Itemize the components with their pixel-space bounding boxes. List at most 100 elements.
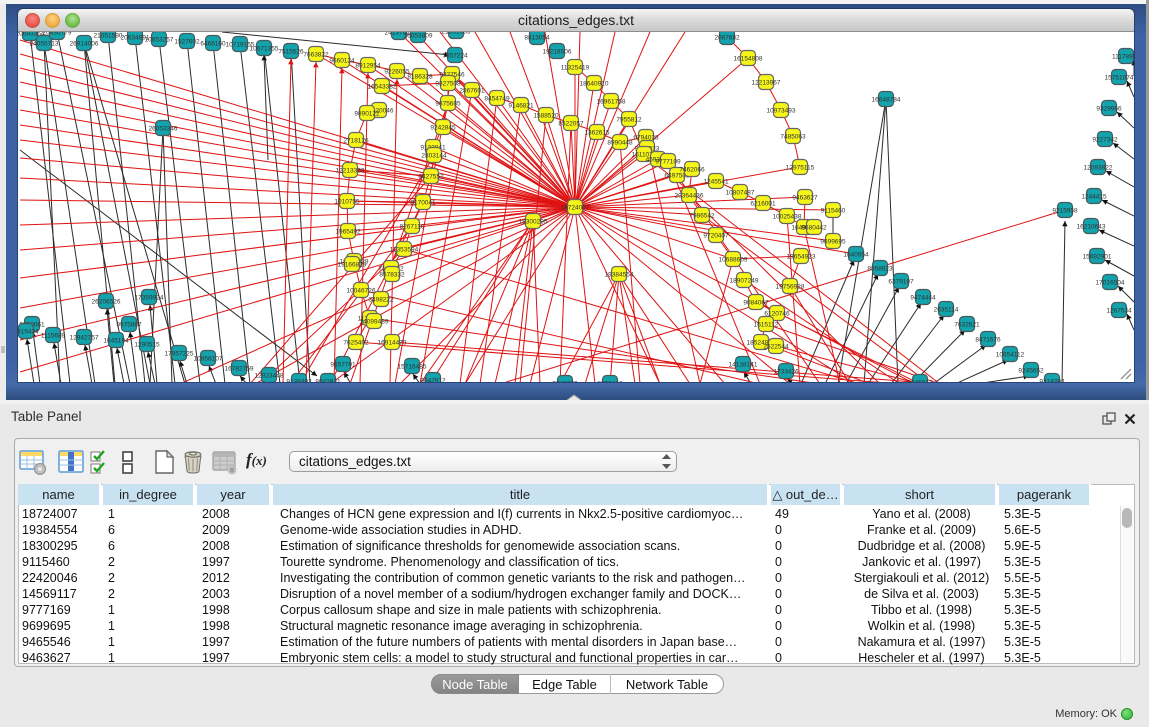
svg-text:17016504: 17016504 [1096,280,1125,287]
svg-text:7625402: 7625402 [343,340,369,347]
svg-text:15751074: 15751074 [1105,75,1134,82]
svg-text:6379197: 6379197 [888,279,914,286]
svg-text:12093822: 12093822 [1084,165,1113,172]
svg-text:21051590: 21051590 [94,33,123,40]
svg-text:9318294: 9318294 [1039,379,1065,383]
svg-text:6466160: 6466160 [200,41,226,48]
svg-text:18640910: 18640910 [580,81,609,88]
svg-text:18724007: 18724007 [561,205,590,212]
svg-text:10671355: 10671355 [250,46,279,53]
svg-text:9463627: 9463627 [792,195,818,202]
svg-text:9474444: 9474444 [910,295,936,302]
svg-text:11325419: 11325419 [561,65,590,72]
svg-text:10958107: 10958107 [194,356,223,363]
svg-text:9084067: 9084067 [743,300,769,307]
svg-text:18300295: 18300295 [519,219,548,226]
svg-text:9227342: 9227342 [1092,137,1118,144]
svg-text:19218506: 19218506 [543,49,572,56]
svg-text:9657791: 9657791 [330,362,356,369]
svg-text:7485063: 7485063 [780,134,806,141]
svg-text:16053809: 16053809 [404,33,433,40]
svg-text:9242845: 9242845 [430,125,456,132]
svg-text:10853257: 10853257 [145,37,174,44]
svg-text:17359924: 17359924 [135,295,164,302]
svg-text:19756928: 19756928 [776,284,805,291]
svg-text:9890122: 9890122 [354,111,380,118]
svg-text:26914006: 26914006 [70,41,99,48]
svg-text:26053346: 26053346 [149,126,178,133]
svg-text:20364436: 20364436 [675,193,704,200]
svg-text:9215958: 9215958 [1052,208,1078,215]
svg-text:8522057: 8522057 [558,121,584,128]
svg-text:2522544: 2522544 [763,344,789,351]
svg-text:1615112: 1615112 [754,322,779,329]
svg-text:16914479: 16914479 [378,340,407,347]
svg-text:12975115: 12975115 [786,165,815,172]
svg-text:8912954: 8912954 [355,63,381,70]
svg-text:8813054: 8813054 [524,35,550,42]
svg-text:18907249: 18907249 [730,278,759,285]
svg-text:2087682: 2087682 [714,35,740,42]
svg-text:7857224: 7857224 [442,53,468,60]
svg-text:8427552: 8427552 [418,174,444,181]
svg-text:2803144: 2803144 [421,153,447,160]
svg-text:21351085: 21351085 [442,32,471,36]
svg-text:10046726: 10046726 [347,288,376,295]
svg-text:20936779: 20936779 [43,32,72,37]
svg-text:1645194: 1645194 [103,338,129,345]
svg-text:17957225: 17957225 [165,351,194,358]
svg-text:8170041: 8170041 [410,200,436,207]
svg-text:2718126: 2718126 [343,138,369,145]
svg-text:16782759: 16782759 [225,366,254,373]
svg-text:9329966: 9329966 [1096,106,1122,113]
svg-text:9115460: 9115460 [821,208,846,215]
svg-text:8919434: 8919434 [18,329,39,336]
svg-text:19654923: 19654923 [787,254,816,261]
svg-text:8454749: 8454749 [484,96,510,103]
svg-text:16154808: 16154808 [734,56,763,63]
svg-text:12213967: 12213967 [752,80,781,87]
svg-text:7462066: 7462066 [679,167,705,174]
svg-text:9875685: 9875685 [435,101,461,108]
svg-text:1362615: 1362615 [584,130,610,137]
svg-text:8042931: 8042931 [315,379,341,383]
svg-text:11178952: 11178952 [1112,54,1134,61]
svg-text:8678332: 8678332 [379,272,405,279]
svg-text:9699695: 9699695 [820,239,846,246]
svg-text:7986542: 7986542 [689,213,715,220]
svg-text:1588520: 1588520 [533,113,559,120]
svg-text:1010755: 1010755 [334,199,360,206]
svg-text:9136493: 9136493 [286,379,312,383]
svg-text:7515526: 7515526 [278,49,304,56]
svg-text:9975887: 9975887 [116,322,142,329]
svg-text:7955812: 7955812 [616,117,642,124]
svg-text:15716485: 15716485 [398,364,427,371]
svg-text:2635114: 2635114 [934,307,959,314]
svg-text:12923448: 12923448 [255,373,284,380]
svg-text:1640954: 1640954 [843,252,869,259]
svg-text:9680442: 9680442 [801,225,827,232]
svg-text:8990448: 8990448 [607,140,633,147]
svg-text:1290515: 1290515 [134,342,160,349]
svg-text:8267110: 8267110 [400,224,425,231]
svg-text:12213369: 12213369 [336,168,365,175]
svg-text:7663822: 7663822 [303,52,329,59]
svg-text:9245012: 9245012 [907,380,933,383]
svg-text:9327508: 9327508 [435,81,461,88]
svg-text:10025438: 10025438 [773,214,802,221]
svg-text:16210643: 16210643 [1077,224,1106,231]
svg-text:1244415: 1244415 [1081,194,1107,201]
svg-text:9245652: 9245652 [1018,368,1044,375]
svg-text:19384554: 19384554 [605,272,634,279]
svg-text:10807487: 10807487 [726,190,755,197]
svg-text:2867601: 2867601 [459,88,485,95]
svg-text:9042912: 9042912 [420,378,446,383]
svg-text:1115689: 1115689 [41,333,66,340]
svg-text:16961758: 16961758 [597,99,626,106]
svg-text:1527602: 1527602 [174,39,200,46]
svg-text:14138141: 14138141 [729,362,758,369]
svg-text:8293412: 8293412 [597,381,623,383]
svg-text:1733426: 1733426 [773,369,799,376]
svg-text:6216001: 6216001 [750,201,776,208]
svg-text:26206526: 26206526 [92,299,121,306]
